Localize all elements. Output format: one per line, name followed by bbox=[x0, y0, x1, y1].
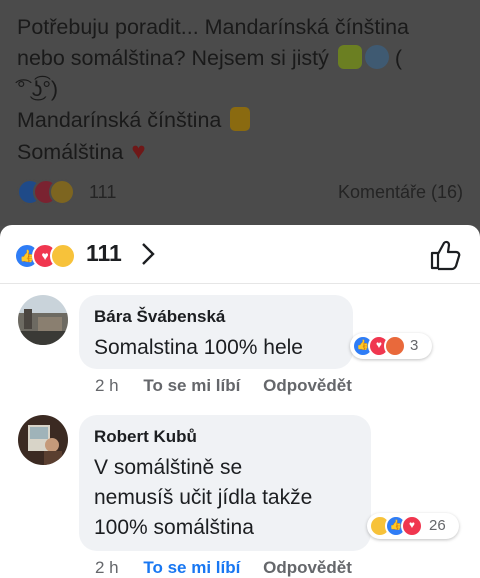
comment-actions: 2 h To se mi líbí Odpovědět bbox=[95, 376, 370, 396]
comment-1: Bára Švábenská Somalstina 100% hele 👍 ♥ … bbox=[0, 295, 480, 405]
comments-sheet: 👍 ♥ 111 Bára Švábenská Somalstina 100% h… bbox=[0, 225, 480, 578]
comment-text-line: Somalstina 100% hele bbox=[94, 336, 303, 359]
heart-emoji-icon: ♥ bbox=[131, 138, 146, 165]
shrug-emoji-icon bbox=[337, 45, 362, 69]
post-line-5: Somálština ♥ bbox=[17, 136, 467, 168]
avatar[interactable] bbox=[18, 295, 68, 345]
post-line-2-text: nebo somálština? Nejsem si jistý bbox=[17, 46, 329, 70]
love-reaction-icon: ♥ bbox=[401, 515, 423, 537]
avatar[interactable] bbox=[18, 415, 68, 465]
haha-reaction-icon bbox=[49, 179, 75, 205]
post-text: Potřebuju poradit... Mandarínská čínštin… bbox=[17, 12, 467, 168]
angry-reaction-icon bbox=[384, 335, 406, 357]
comment-bubble[interactable]: Robert Kubů V somálštině se nemusíš učit… bbox=[79, 415, 371, 551]
post-reaction-count[interactable]: 111 bbox=[89, 182, 116, 203]
comment-2: Robert Kubů V somálštině se nemusíš učit… bbox=[0, 415, 480, 578]
comment-time: 2 h bbox=[95, 376, 119, 395]
post-line-4: Mandarínská čínština bbox=[17, 105, 467, 136]
comment-bubble[interactable]: Bára Švábenská Somalstina 100% hele bbox=[79, 295, 353, 369]
comment-reaction-count: 3 bbox=[410, 337, 419, 354]
post-option-mandarin: Mandarínská čínština bbox=[17, 108, 222, 132]
post-backdrop: Potřebuju poradit... Mandarínská čínštin… bbox=[0, 0, 480, 226]
comment-reaction-count: 26 bbox=[429, 517, 446, 534]
comment-actions: 2 h To se mi líbí Odpovědět bbox=[95, 558, 370, 578]
thumbs-up-emoji-icon bbox=[230, 107, 251, 131]
comment-reactions[interactable]: 👍 ♥ 3 bbox=[350, 333, 432, 359]
comment-author[interactable]: Robert Kubů bbox=[94, 427, 197, 447]
post-reaction-bar[interactable]: 111 Komentáře (16) bbox=[17, 178, 463, 206]
haha-reaction-icon bbox=[50, 243, 76, 269]
sheet-reaction-count[interactable]: 111 bbox=[86, 240, 122, 267]
chevron-right-icon[interactable] bbox=[138, 240, 158, 268]
post-line-3: ͡° ͜ʖ͡°) bbox=[17, 77, 59, 101]
lenny-face-start: ( bbox=[394, 46, 403, 70]
anxious-emoji-icon bbox=[364, 45, 389, 69]
comment-author[interactable]: Bára Švábenská bbox=[94, 307, 225, 327]
thumbs-up-icon[interactable] bbox=[428, 239, 462, 271]
reactions-summary[interactable]: 👍 ♥ bbox=[14, 243, 84, 269]
post-line-1: Potřebuju poradit... Mandarínská čínštin… bbox=[17, 15, 409, 39]
sheet-header: 👍 ♥ 111 bbox=[0, 225, 480, 284]
comment-text: Somalstina 100% hele bbox=[94, 333, 303, 363]
reply-button[interactable]: Odpovědět bbox=[263, 376, 352, 395]
comment-time: 2 h bbox=[95, 558, 119, 577]
comment-reactions[interactable]: 👍 ♥ 26 bbox=[367, 513, 459, 539]
post-option-somali: Somálština bbox=[17, 140, 124, 164]
comment-text-line: 100% somálština bbox=[94, 516, 254, 539]
comment-text-line: V somálštině se bbox=[94, 456, 243, 479]
comment-text: V somálštině se nemusíš učit jídla takže… bbox=[94, 453, 312, 543]
post-line-2: nebo somálština? Nejsem si jistý ( bbox=[17, 43, 467, 74]
reply-button[interactable]: Odpovědět bbox=[263, 558, 352, 577]
post-comments-link[interactable]: Komentáře (16) bbox=[338, 182, 463, 203]
like-comment-button[interactable]: To se mi líbí bbox=[143, 558, 240, 577]
comment-text-line: nemusíš učit jídla takže bbox=[94, 486, 313, 509]
like-comment-button[interactable]: To se mi líbí bbox=[143, 376, 240, 395]
